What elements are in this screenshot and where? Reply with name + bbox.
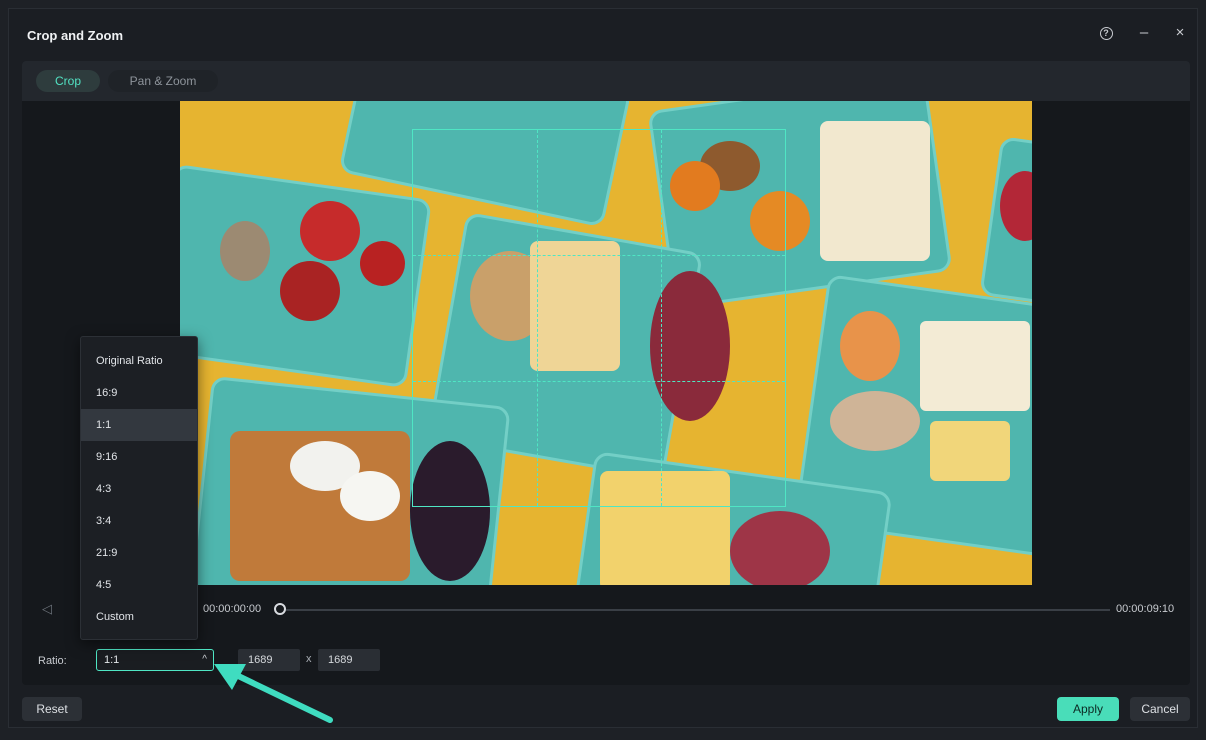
- ratio-option-21-9[interactable]: 21:9: [81, 537, 197, 569]
- end-time: 00:00:09:10: [1116, 603, 1175, 615]
- ratio-option-custom[interactable]: Custom: [81, 601, 197, 633]
- ratio-option-original[interactable]: Original Ratio: [81, 345, 197, 377]
- ratio-label: Ratio:: [38, 655, 67, 667]
- cancel-button[interactable]: Cancel: [1130, 697, 1190, 721]
- minimize-icon[interactable]: –: [1133, 22, 1155, 44]
- playhead-knob[interactable]: [274, 603, 286, 615]
- ratio-option-16-9[interactable]: 16:9: [81, 377, 197, 409]
- close-icon[interactable]: ×: [1169, 22, 1191, 44]
- title-bar: Crop and Zoom ? – ×: [9, 9, 1197, 61]
- annotation-arrow: [214, 664, 333, 723]
- video-preview[interactable]: [180, 101, 1032, 585]
- previous-frame-icon[interactable]: ◁: [42, 601, 52, 617]
- ratio-option-9-16[interactable]: 9:16: [81, 441, 197, 473]
- ratio-option-1-1[interactable]: 1:1: [81, 409, 197, 441]
- current-time: 00:00:00:00: [203, 603, 262, 615]
- help-icon[interactable]: ?: [1095, 22, 1117, 44]
- dialog-title: Crop and Zoom: [27, 28, 124, 43]
- ratio-selected-value: 1:1: [104, 654, 120, 666]
- timeline-track[interactable]: [282, 609, 1110, 611]
- ratio-option-4-3[interactable]: 4:3: [81, 473, 197, 505]
- ratio-row: Ratio: 1:1 ^ 1689 x 1689: [22, 649, 1190, 675]
- tab-bar: Crop Pan & Zoom: [22, 61, 1190, 101]
- ratio-select[interactable]: 1:1 ^: [96, 649, 214, 671]
- crop-frame[interactable]: [412, 129, 786, 507]
- ratio-dropdown-menu: Original Ratio 16:9 1:1 9:16 4:3 3:4 21:…: [80, 336, 198, 640]
- ratio-option-4-5[interactable]: 4:5: [81, 569, 197, 601]
- reset-button[interactable]: Reset: [22, 697, 82, 721]
- apply-button[interactable]: Apply: [1057, 697, 1119, 721]
- tab-pan-zoom[interactable]: Pan & Zoom: [108, 70, 218, 92]
- tab-crop[interactable]: Crop: [36, 70, 100, 92]
- ratio-option-3-4[interactable]: 3:4: [81, 505, 197, 537]
